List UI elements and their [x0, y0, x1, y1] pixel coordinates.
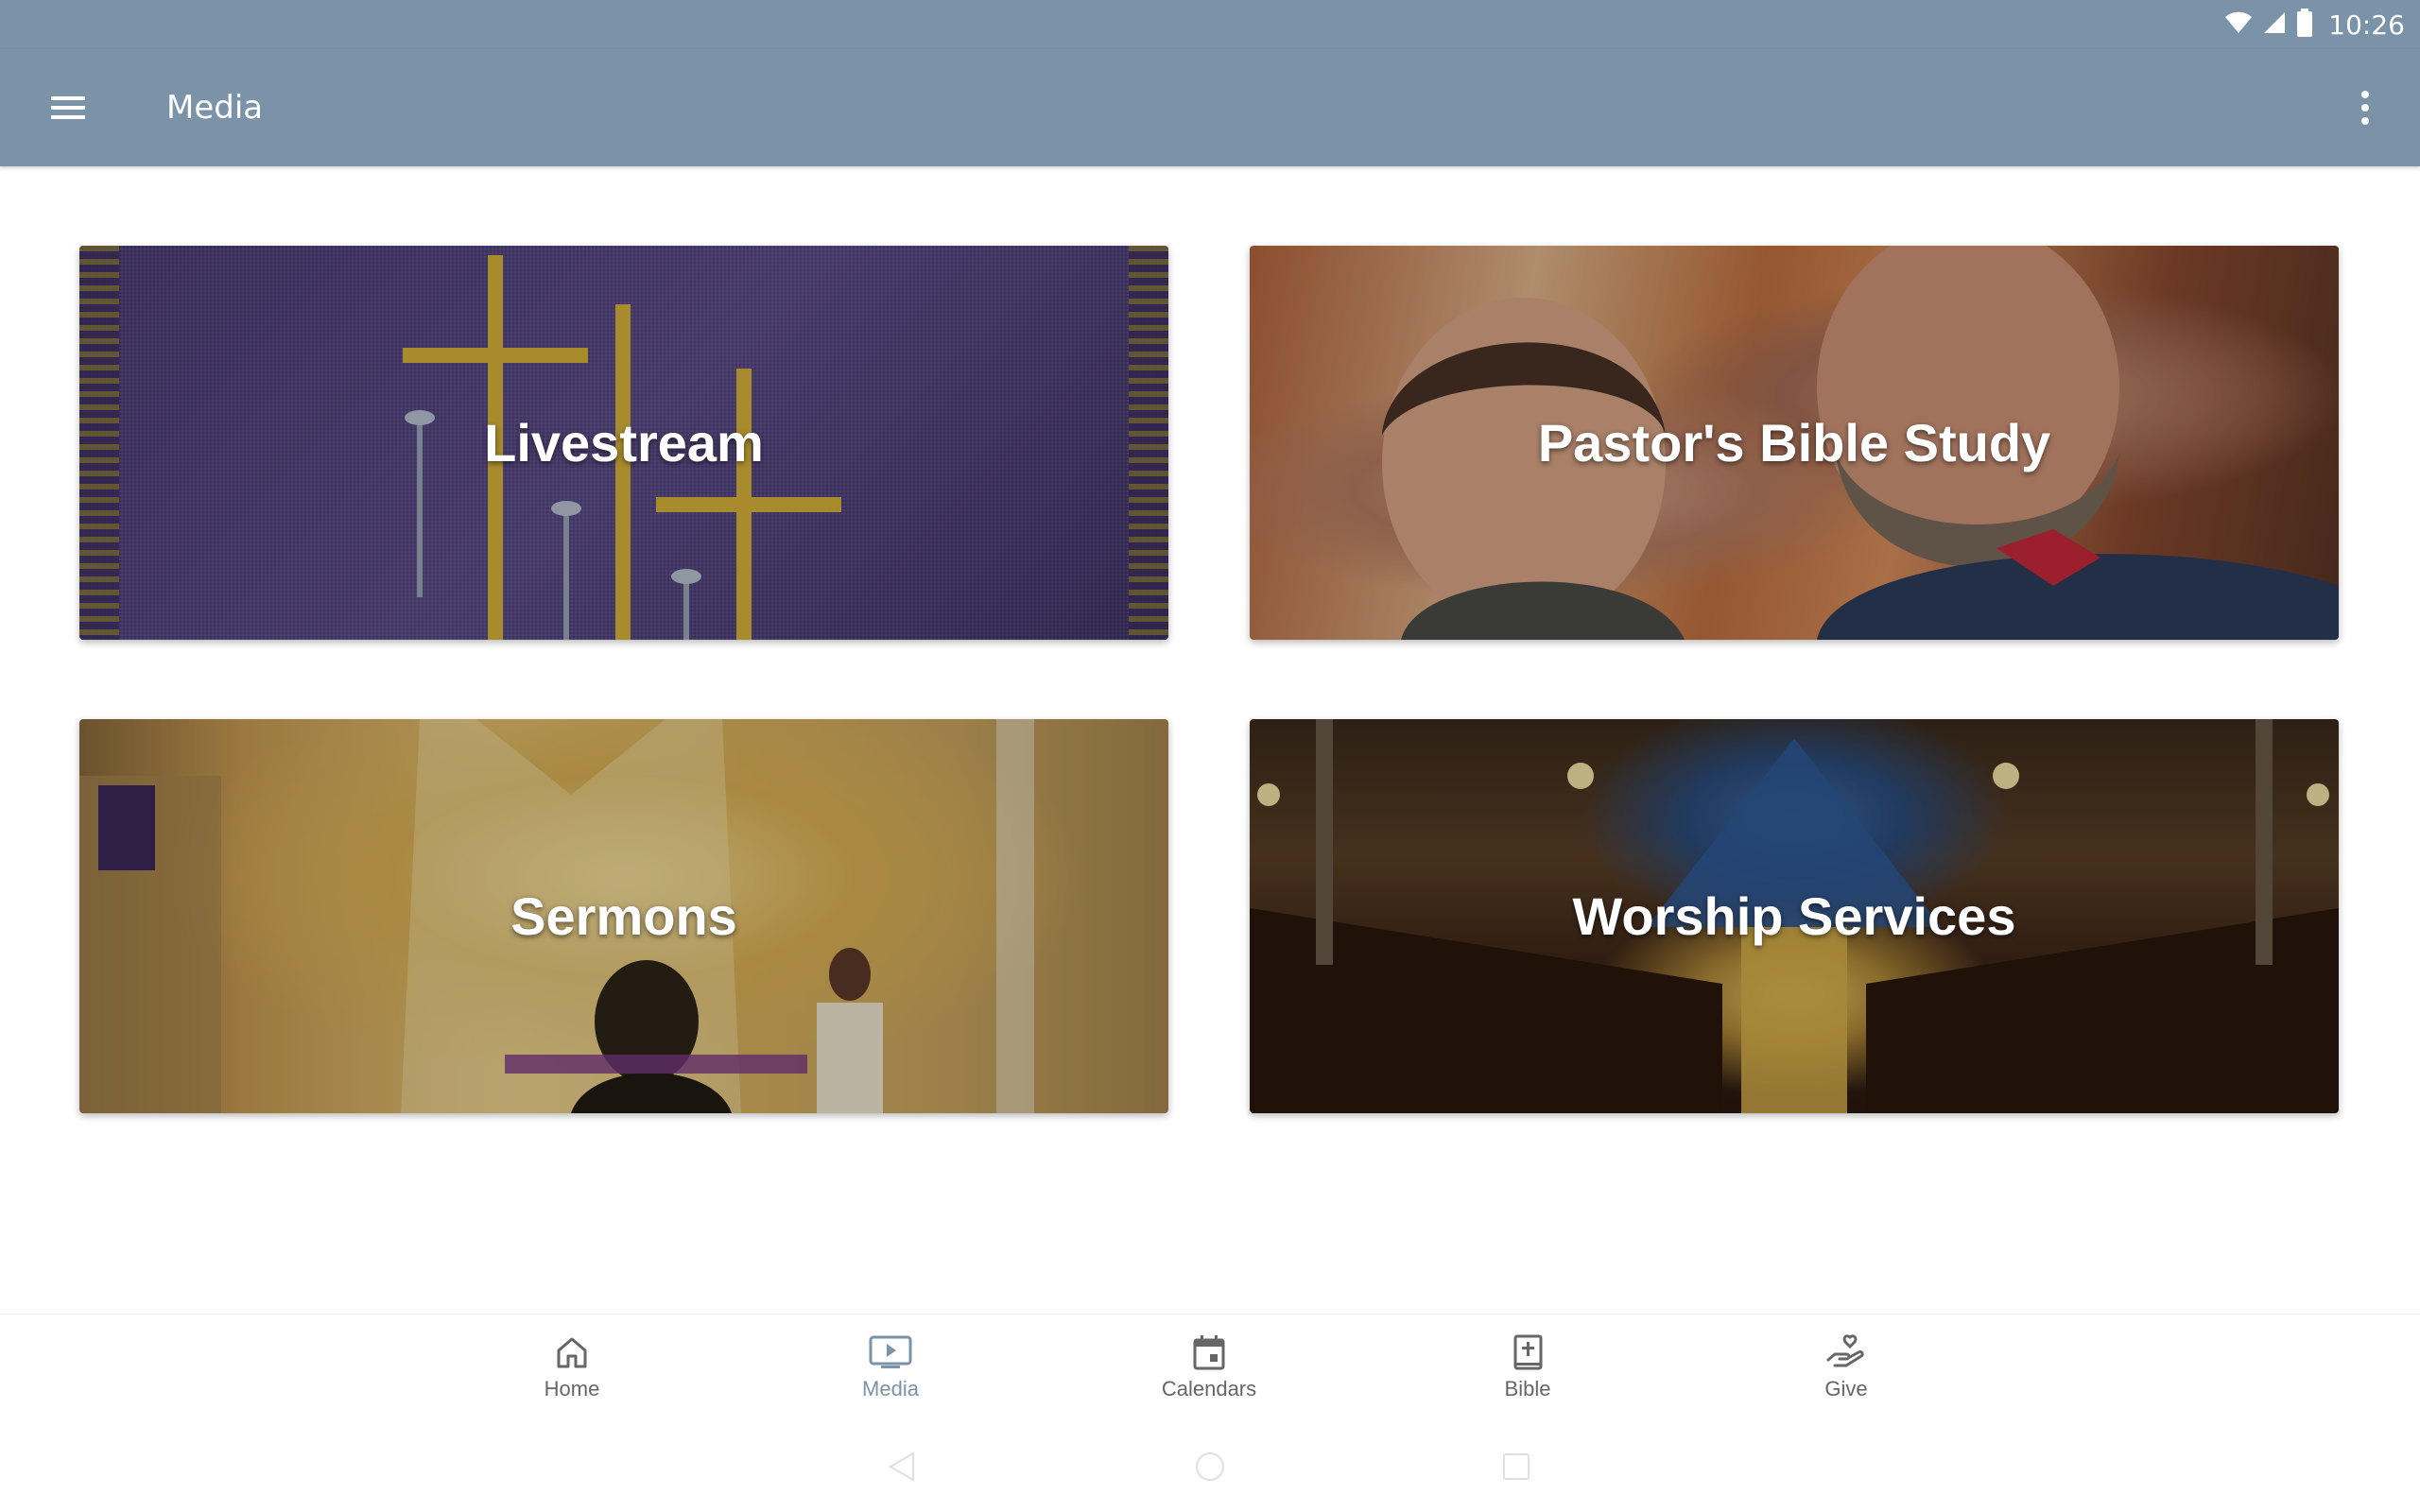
system-back-button[interactable]: [879, 1444, 925, 1489]
status-icons: 10:26: [2224, 6, 2405, 43]
nav-label: Calendars: [1161, 1377, 1257, 1400]
media-content: Livestream Pastor's Bible Study Sermons …: [0, 166, 2420, 1314]
system-recents-button[interactable]: [1494, 1444, 1539, 1489]
recents-square-icon: [1503, 1453, 1530, 1480]
nav-item-give[interactable]: Give: [1733, 1314, 1960, 1420]
app-bar: Media: [0, 49, 2420, 166]
media-icon: [869, 1335, 912, 1368]
hamburger-menu-button[interactable]: [38, 77, 98, 138]
nav-label: Media: [862, 1377, 919, 1400]
tile-label: Sermons: [510, 886, 737, 946]
status-bar: 10:26: [0, 0, 2420, 49]
system-home-button[interactable]: [1187, 1444, 1233, 1489]
battery-icon: [2296, 9, 2313, 41]
give-icon: [1826, 1334, 1864, 1367]
wifi-icon: [2224, 10, 2253, 39]
system-navigation-bar: [0, 1419, 2420, 1512]
tile-sermons[interactable]: Sermons: [79, 719, 1168, 1113]
tile-pastors-bible-study[interactable]: Pastor's Bible Study: [1250, 246, 2339, 640]
cell-signal-icon: [2262, 10, 2287, 39]
more-vert-icon: [2361, 91, 2369, 125]
nav-label: Give: [1824, 1377, 1868, 1400]
tile-label: Worship Services: [1572, 886, 2016, 946]
more-options-button[interactable]: [2335, 77, 2395, 138]
nav-item-bible[interactable]: Bible: [1414, 1314, 1641, 1420]
hamburger-menu-icon: [51, 96, 85, 119]
tile-livestream[interactable]: Livestream: [79, 246, 1168, 640]
tile-label: Livestream: [484, 413, 764, 472]
nav-label: Home: [544, 1377, 600, 1400]
tile-worship-services[interactable]: Worship Services: [1250, 719, 2339, 1113]
nav-label: Bible: [1504, 1377, 1551, 1400]
bible-icon: [1513, 1334, 1543, 1370]
status-time: 10:26: [2328, 9, 2405, 41]
nav-item-media[interactable]: Media: [777, 1314, 1004, 1420]
back-triangle-icon: [889, 1452, 914, 1482]
bottom-navigation: Home Media Calendars Bible Give: [0, 1314, 2420, 1420]
tile-label: Pastor's Bible Study: [1537, 413, 2051, 472]
nav-item-calendars[interactable]: Calendars: [1096, 1314, 1322, 1420]
calendar-icon: [1193, 1335, 1225, 1370]
page-title: Media: [166, 89, 264, 127]
nav-item-home[interactable]: Home: [458, 1314, 685, 1420]
home-icon: [557, 1337, 587, 1368]
home-circle-icon: [1196, 1452, 1224, 1481]
